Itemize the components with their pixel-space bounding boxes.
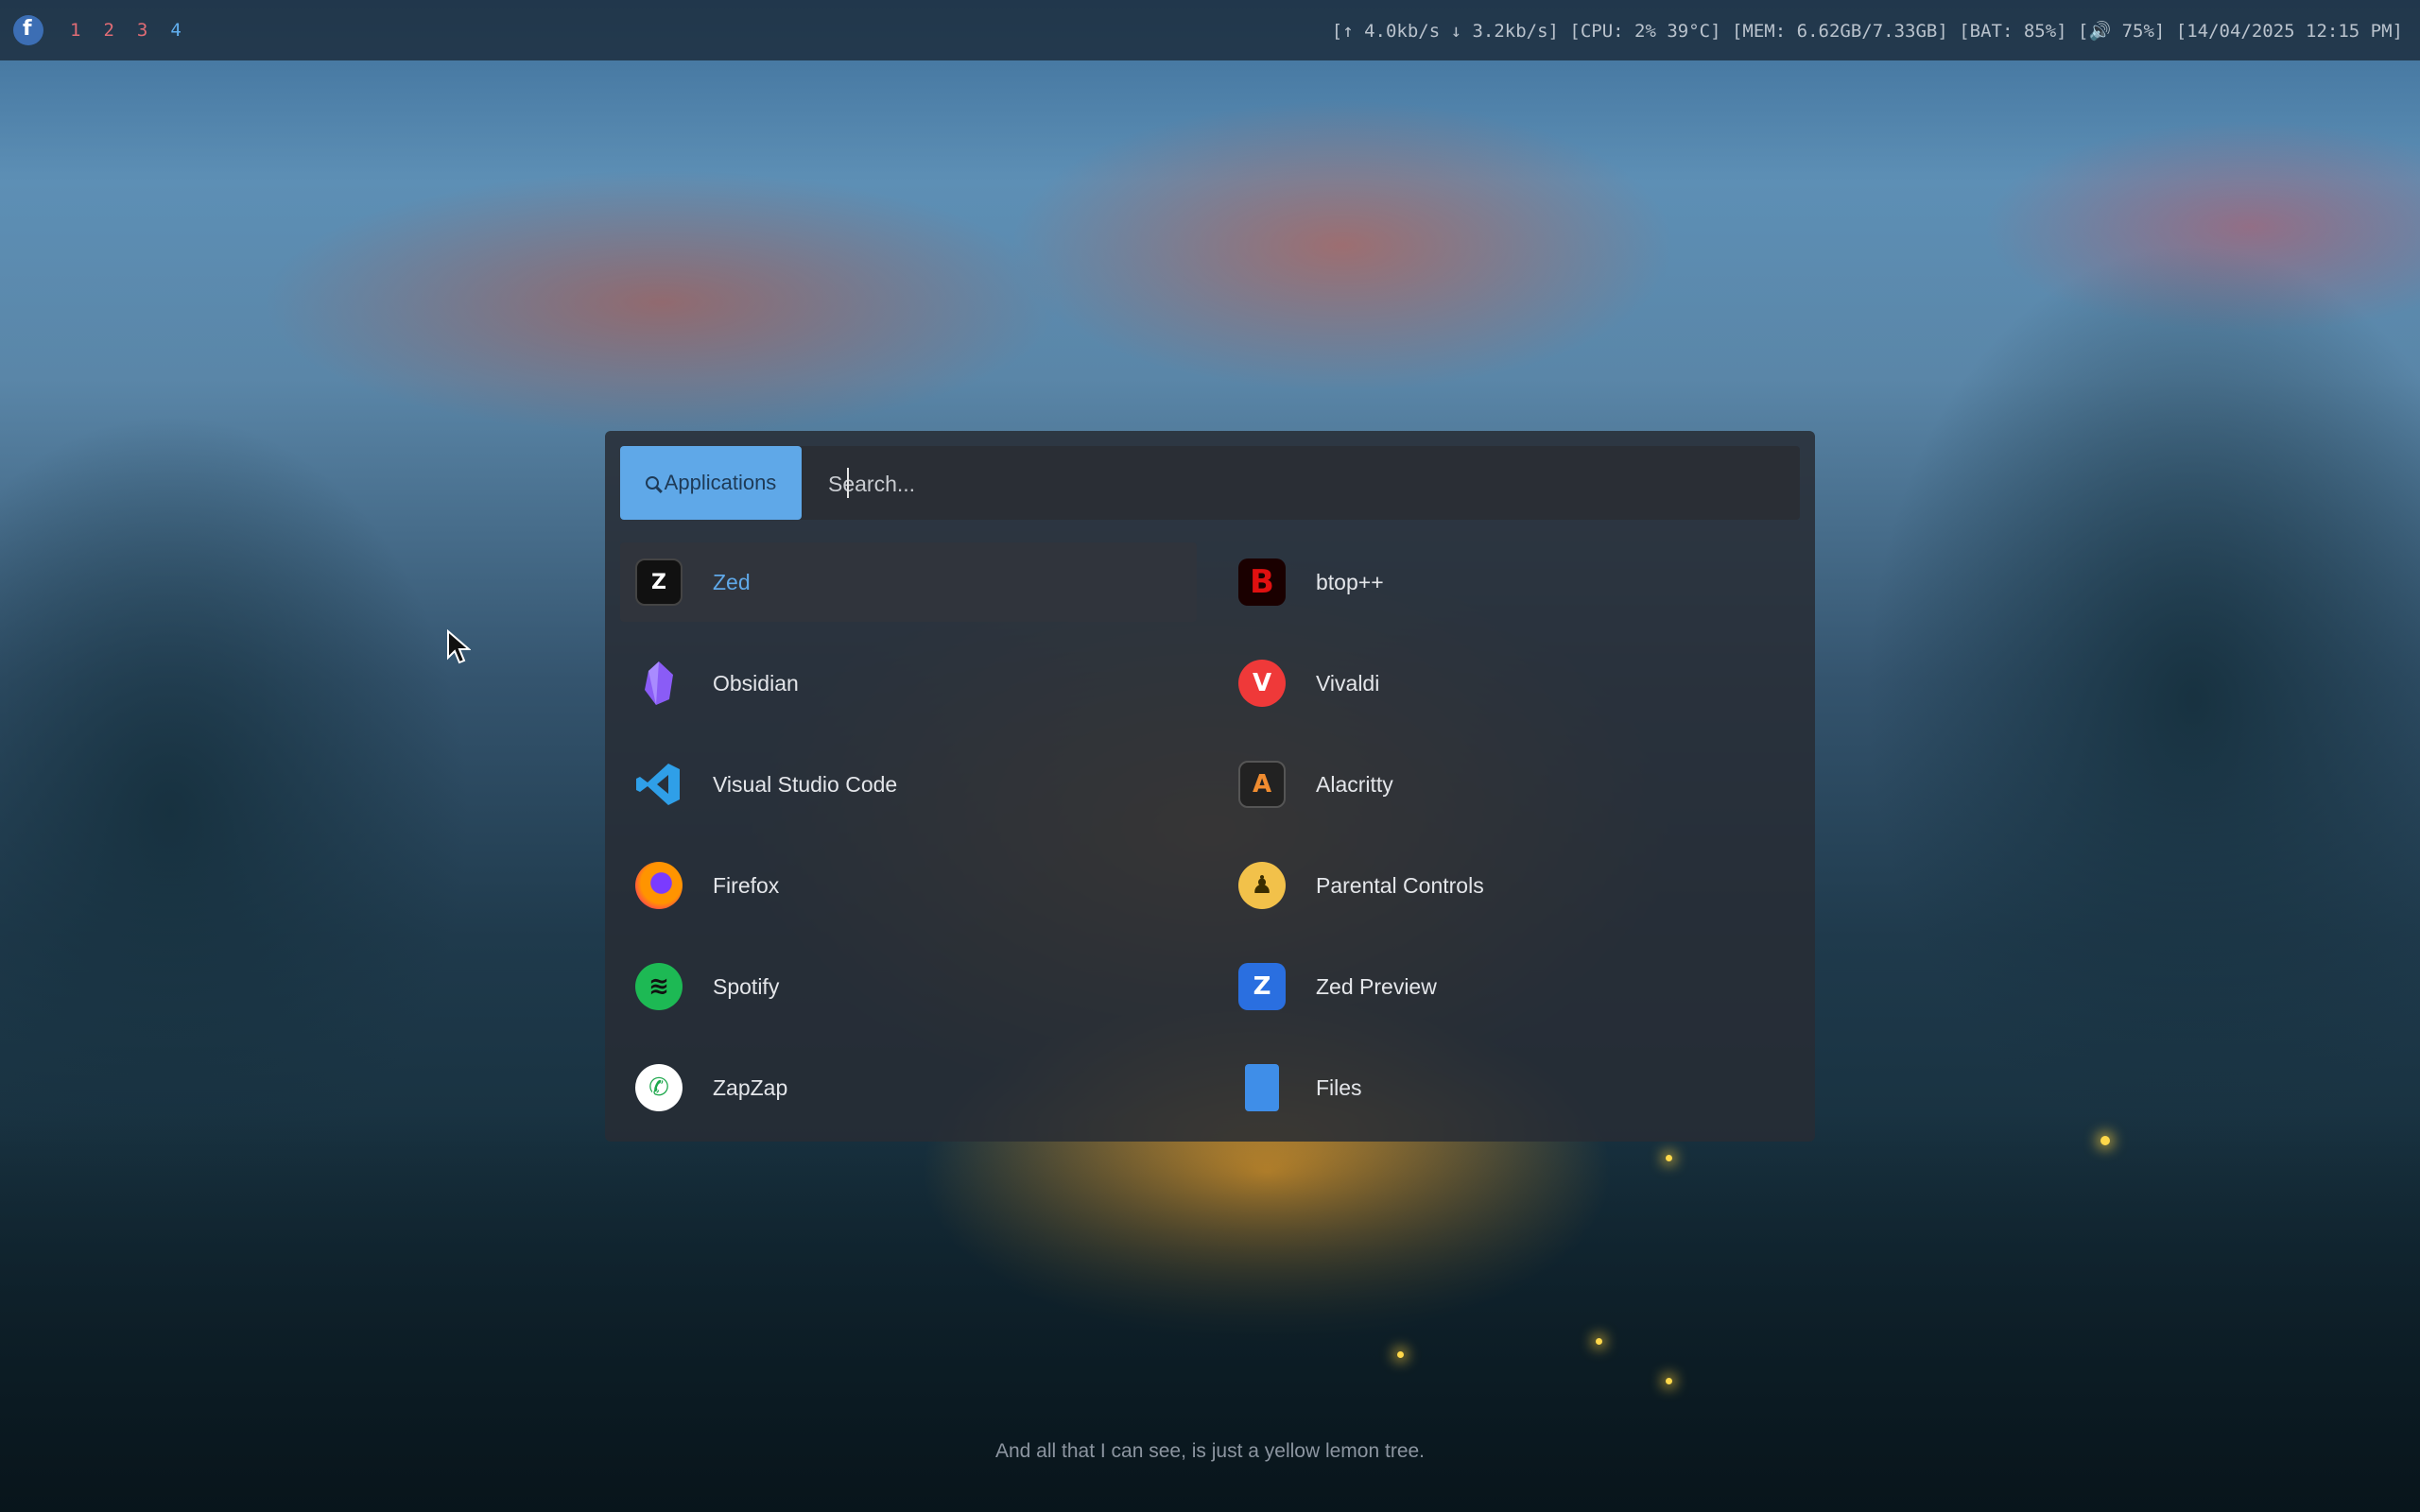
app-item-btop[interactable]: B btop++ [1223,542,1800,622]
files-icon [1245,1064,1279,1111]
text-caret [847,468,849,498]
app-launcher: Applications Z Zed B btop++ Obsidian V V… [605,431,1815,1142]
mouse-cursor-icon [447,629,471,664]
app-label: Files [1316,1074,1362,1100]
app-label: ZapZap [713,1074,788,1100]
firefly [2100,1136,2110,1145]
app-item-firefox[interactable]: Firefox [620,846,1197,925]
workspace-2[interactable]: 2 [103,20,113,41]
firefly [1596,1338,1602,1345]
app-item-zapzap[interactable]: ✆ ZapZap [620,1048,1197,1127]
app-item-files[interactable]: Files [1223,1048,1800,1127]
search-bar: Applications [620,446,1800,522]
workspace-1[interactable]: 1 [70,20,80,41]
firefly [1666,1155,1672,1161]
btop-icon: B [1238,558,1286,606]
app-label: Zed Preview [1316,973,1437,999]
app-item-zed[interactable]: Z Zed [620,542,1197,622]
firefox-icon [635,862,683,909]
fedora-icon[interactable] [13,15,43,45]
wallpaper-quote: And all that I can see, is just a yellow… [994,1440,1426,1462]
zapzap-icon: ✆ [635,1064,683,1111]
firefly [1666,1378,1672,1384]
app-label: Spotify [713,973,780,999]
app-label: Alacritty [1316,771,1393,797]
spotify-icon: ≋ [635,963,683,1010]
app-item-spotify[interactable]: ≋ Spotify [620,947,1197,1026]
search-icon [645,476,659,490]
app-item-obsidian[interactable]: Obsidian [620,644,1197,723]
app-item-vscode[interactable]: Visual Studio Code [620,745,1197,824]
app-item-vivaldi[interactable]: V Vivaldi [1223,644,1800,723]
app-label: Firefox [713,872,780,898]
zed-icon: Z [635,558,683,606]
workspace-4[interactable]: 4 [170,20,181,41]
search-input[interactable] [826,446,1785,522]
workspace-3[interactable]: 3 [137,20,147,41]
app-label: btop++ [1316,569,1384,594]
vscode-icon [635,761,683,808]
app-item-parental-controls[interactable]: ♟ Parental Controls [1223,846,1800,925]
mode-label: Applications [664,471,777,494]
zed-preview-icon: Z [1238,963,1286,1010]
app-label: Obsidian [713,670,799,696]
app-label: Vivaldi [1316,670,1380,696]
alacritty-icon: A [1238,761,1286,808]
system-status: [↑ 4.0kb/s ↓ 3.2kb/s] [CPU: 2% 39°C] [ME… [1331,20,2403,42]
vivaldi-icon: V [1238,660,1286,707]
app-label: Parental Controls [1316,872,1484,898]
parental-controls-icon: ♟ [1238,862,1286,909]
app-label: Zed [713,569,751,594]
app-item-zed-preview[interactable]: Z Zed Preview [1223,947,1800,1026]
app-item-alacritty[interactable]: A Alacritty [1223,745,1800,824]
app-grid: Z Zed B btop++ Obsidian V Vivaldi Visual… [620,542,1800,1149]
obsidian-icon [635,660,683,707]
app-label: Visual Studio Code [713,771,898,797]
top-bar: 1 2 3 4 [↑ 4.0kb/s ↓ 3.2kb/s] [CPU: 2% 3… [0,0,2420,60]
firefly [1397,1351,1404,1358]
applications-mode-button[interactable]: Applications [620,446,802,520]
